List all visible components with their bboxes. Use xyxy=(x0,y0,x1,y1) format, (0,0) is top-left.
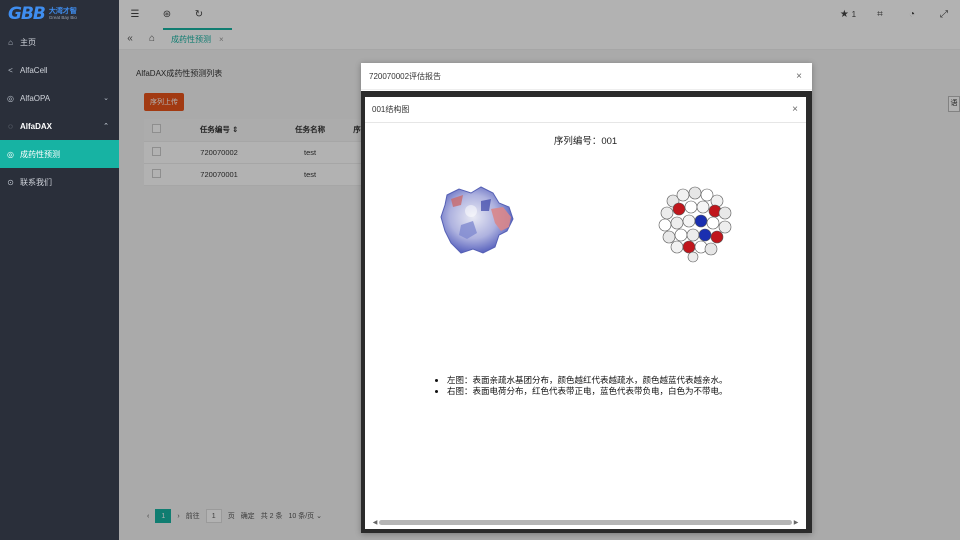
sidebar-menu: ⌂ 主页 < AlfaCell ◎ AlfaOPA ⌄ ◌ AlfaDAX ⌃ … xyxy=(0,28,119,196)
logo-mark: GBB xyxy=(8,4,46,24)
home-icon: ⌂ xyxy=(8,37,13,47)
loading-icon: ◌ xyxy=(8,121,13,131)
report-modal-title: 720070002评估报告 xyxy=(369,71,442,81)
sidebar-item-alfaopa[interactable]: ◎ AlfaOPA ⌄ xyxy=(0,84,119,112)
sidebar-item-label: AlfaCell xyxy=(20,65,48,75)
logo-en: Great Bay Bio xyxy=(48,14,77,20)
sidebar-item-druggability[interactable]: ◎ 成药性预测 xyxy=(0,140,119,168)
chevron-down-icon: ⌄ xyxy=(103,95,109,102)
scroll-thumb[interactable] xyxy=(379,519,792,525)
horizontal-scrollbar[interactable]: ◀ ▶ xyxy=(371,519,800,526)
sidebar-item-home[interactable]: ⌂ 主页 xyxy=(0,28,119,56)
sidebar-item-label: 主页 xyxy=(20,37,36,47)
share-icon: < xyxy=(8,65,13,75)
contact-icon: ⊙ xyxy=(7,177,14,187)
sequence-title: 序列编号：001 xyxy=(553,136,618,147)
sidebar-item-label: AlfaOPA xyxy=(20,93,51,103)
chevron-up-icon: ⌃ xyxy=(103,123,109,130)
scroll-left-icon[interactable]: ◀ xyxy=(371,519,379,526)
structure-modal: 001结构图 × 序列编号：001 • 左图：表面亲疏水基团分布，颜色越红代表越… xyxy=(365,97,806,529)
target-icon: ◎ xyxy=(7,149,14,159)
legend-list: 左图：表面亲疏水基团分布，颜色越红代表越疏水，颜色越蓝代表越亲水。 右图：表面电… xyxy=(365,375,806,397)
sidebar-item-label: 联系我们 xyxy=(20,177,52,187)
sidebar: GBB 大湾才智 Great Bay Bio ⌂ 主页 < AlfaCell ◎… xyxy=(0,0,119,540)
logo-cn: 大湾才智 xyxy=(48,7,77,15)
legend-right: 右图：表面电荷分布，红色代表带正电，蓝色代表带负电，白色为不带电。 xyxy=(447,386,806,397)
sidebar-item-contact[interactable]: ⊙ 联系我们 xyxy=(0,168,119,196)
logo[interactable]: GBB 大湾才智 Great Bay Bio xyxy=(0,0,119,28)
close-icon[interactable]: × xyxy=(796,71,802,82)
sidebar-item-label: 成药性预测 xyxy=(20,149,60,159)
scroll-right-icon[interactable]: ▶ xyxy=(792,519,800,526)
target-icon: ◎ xyxy=(7,93,14,103)
sidebar-item-alfacell[interactable]: < AlfaCell xyxy=(0,56,119,84)
sidebar-item-label: AlfaDAX xyxy=(20,121,53,131)
hydrophobicity-surface-image xyxy=(440,186,514,254)
structure-modal-title: 001结构图 xyxy=(372,105,410,114)
close-icon[interactable]: × xyxy=(792,104,798,115)
charge-surface-image xyxy=(658,186,732,263)
sidebar-item-alfadax[interactable]: ◌ AlfaDAX ⌃ xyxy=(0,112,119,140)
legend-left: 左图：表面亲疏水基团分布，颜色越红代表越疏水，颜色越蓝代表越亲水。 xyxy=(447,375,806,386)
